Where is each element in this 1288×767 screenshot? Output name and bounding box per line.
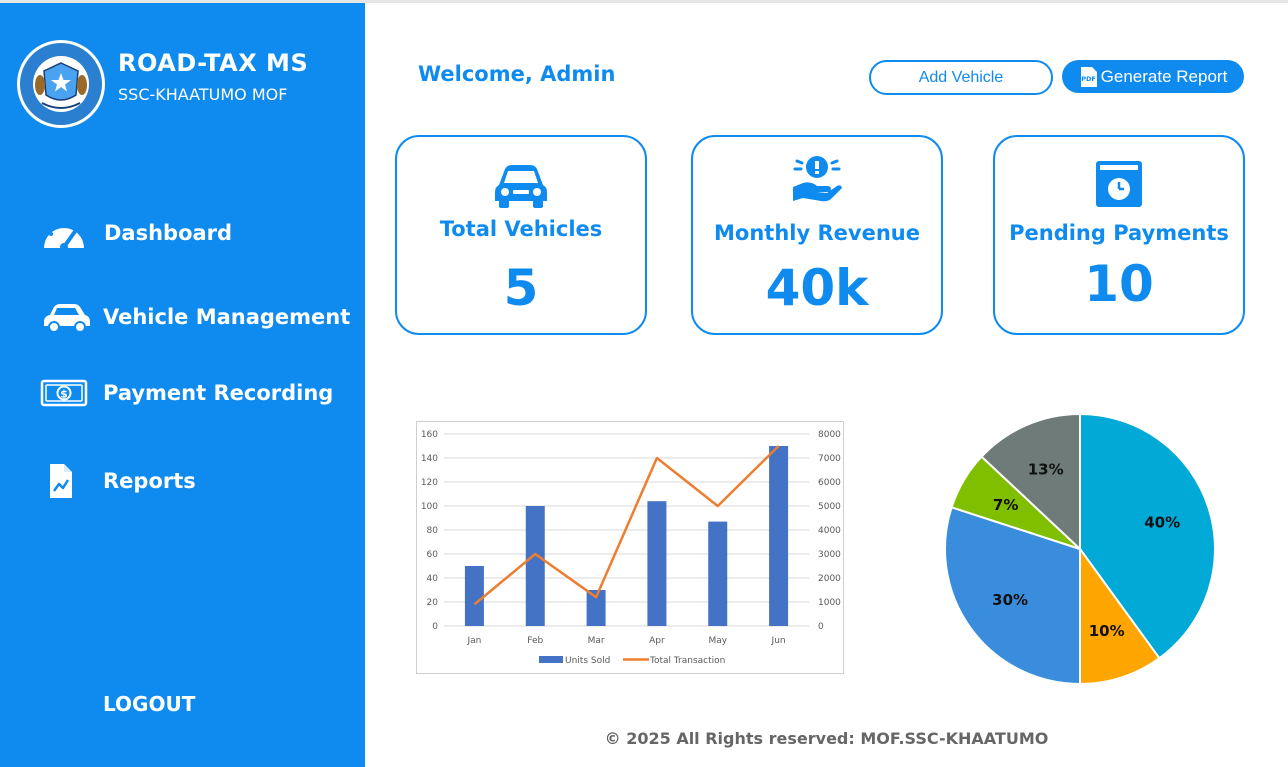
legend-label-units-sold: Units Sold: [565, 656, 610, 666]
money-icon: $: [40, 373, 92, 413]
stat-value: 10: [1084, 255, 1154, 313]
y-left-tick-label: 160: [421, 430, 438, 440]
stat-title: Total Vehicles: [439, 217, 603, 241]
nav-item-dashboard[interactable]: Dashboard: [40, 213, 232, 253]
x-tick-label: Feb: [527, 636, 543, 646]
pie-slice-label: 30%: [992, 591, 1028, 609]
ministry-logo: [17, 40, 105, 128]
x-tick-label: Jan: [466, 636, 481, 646]
line-total-transaction: [473, 445, 780, 606]
y-left-tick-label: 80: [427, 526, 439, 536]
brand-title: ROAD-TAX MS: [118, 49, 309, 77]
sales-chart-panel: 0 20 40 60 80 100 120 140 160 0 1000 2000 3000 4000 50…: [416, 421, 844, 674]
stat-title: Pending Payments: [1009, 221, 1229, 245]
x-tick-label: Mar: [588, 636, 605, 646]
y-left-tick-label: 60: [427, 550, 439, 560]
distribution-pie-chart: 40% 10% 30% 7% 13%: [944, 412, 1216, 686]
stat-title: Monthly Revenue: [714, 221, 920, 245]
y-left-tick-label: 40: [427, 574, 439, 584]
bar-units-sold-may: [708, 521, 728, 626]
add-vehicle-button[interactable]: Add Vehicle: [869, 60, 1053, 95]
car-icon: [40, 297, 92, 337]
nav-item-reports[interactable]: Reports: [40, 461, 196, 501]
y-right-tick-label: 4000: [818, 526, 841, 536]
sidebar: ROAD-TAX MS SSC-KHAATUMO MOF Dashboard V…: [0, 3, 365, 767]
y-left-tick-label: 0: [432, 622, 438, 632]
pie-slice-label: 13%: [1028, 461, 1064, 479]
y-left-tick-label: 100: [421, 502, 438, 512]
y-right-tick-label: 8000: [818, 430, 841, 440]
x-tick-label: Jun: [771, 636, 786, 646]
nav-item-payment-recording[interactable]: $ Payment Recording: [40, 373, 333, 413]
y-right-tick-label: 1000: [818, 598, 841, 608]
footer-copyright: © 2025 All Rights reserved: MOF.SSC-KHAA…: [604, 729, 1049, 748]
nav-label-dashboard: Dashboard: [104, 221, 233, 245]
report-icon: [40, 461, 92, 501]
svg-text:PDF: PDF: [1081, 75, 1096, 83]
generate-report-button[interactable]: PDF Generate Report: [1062, 60, 1244, 93]
y-right-tick-label: 6000: [818, 478, 841, 488]
nav-item-vehicle-management[interactable]: Vehicle Management: [40, 297, 350, 337]
x-tick-label: May: [708, 636, 727, 646]
legend-swatch-units-sold: [539, 656, 563, 663]
pie-slice-label: 7%: [993, 496, 1018, 514]
nav-label-vehicle-management: Vehicle Management: [103, 305, 351, 329]
x-tick-label: Apr: [649, 636, 665, 646]
speedometer-icon: [40, 213, 92, 253]
y-right-tick-label: 7000: [818, 454, 841, 464]
welcome-message: Welcome, Admin: [418, 62, 616, 86]
logout-button[interactable]: LOGOUT: [103, 692, 195, 716]
bar-units-sold-jun: [769, 446, 789, 626]
bar-units-sold-apr: [647, 501, 667, 626]
bar-units-sold-feb: [525, 506, 545, 626]
y-right-tick-label: 3000: [818, 550, 841, 560]
revenue-hand-icon: [693, 153, 941, 205]
stat-card-monthly-revenue: Monthly Revenue 40k: [691, 135, 943, 335]
nav-label-payment-recording: Payment Recording: [103, 381, 334, 405]
pie-slice-label: 10%: [1089, 622, 1125, 640]
bar-units-sold-jan: [464, 566, 484, 626]
stat-card-total-vehicles: Total Vehicles 5: [395, 135, 647, 335]
clock-calendar-icon: [995, 159, 1243, 209]
svg-text:$: $: [60, 388, 68, 401]
pie-slice-label: 40%: [1144, 513, 1180, 531]
brand-subtitle: SSC-KHAATUMO MOF: [118, 85, 288, 104]
stat-value: 40k: [765, 259, 869, 317]
y-left-tick-label: 20: [427, 598, 439, 608]
y-left-tick-label: 140: [421, 454, 438, 464]
sales-combo-chart: 0 20 40 60 80 100 120 140 160 0 1000 2000 3000 4000 50…: [421, 430, 841, 666]
y-right-tick-label: 5000: [818, 502, 841, 512]
generate-report-label: Generate Report: [1100, 66, 1228, 86]
legend-label-total-transaction: Total Transaction: [649, 656, 725, 666]
pdf-icon: PDF: [1080, 66, 1097, 87]
stat-card-pending-payments: Pending Payments 10: [993, 135, 1245, 335]
car-icon: [397, 161, 645, 209]
y-right-tick-label: 2000: [818, 574, 841, 584]
y-right-tick-label: 0: [818, 622, 824, 632]
y-left-tick-label: 120: [421, 478, 438, 488]
nav-label-reports: Reports: [103, 469, 196, 493]
stat-value: 5: [503, 259, 539, 317]
